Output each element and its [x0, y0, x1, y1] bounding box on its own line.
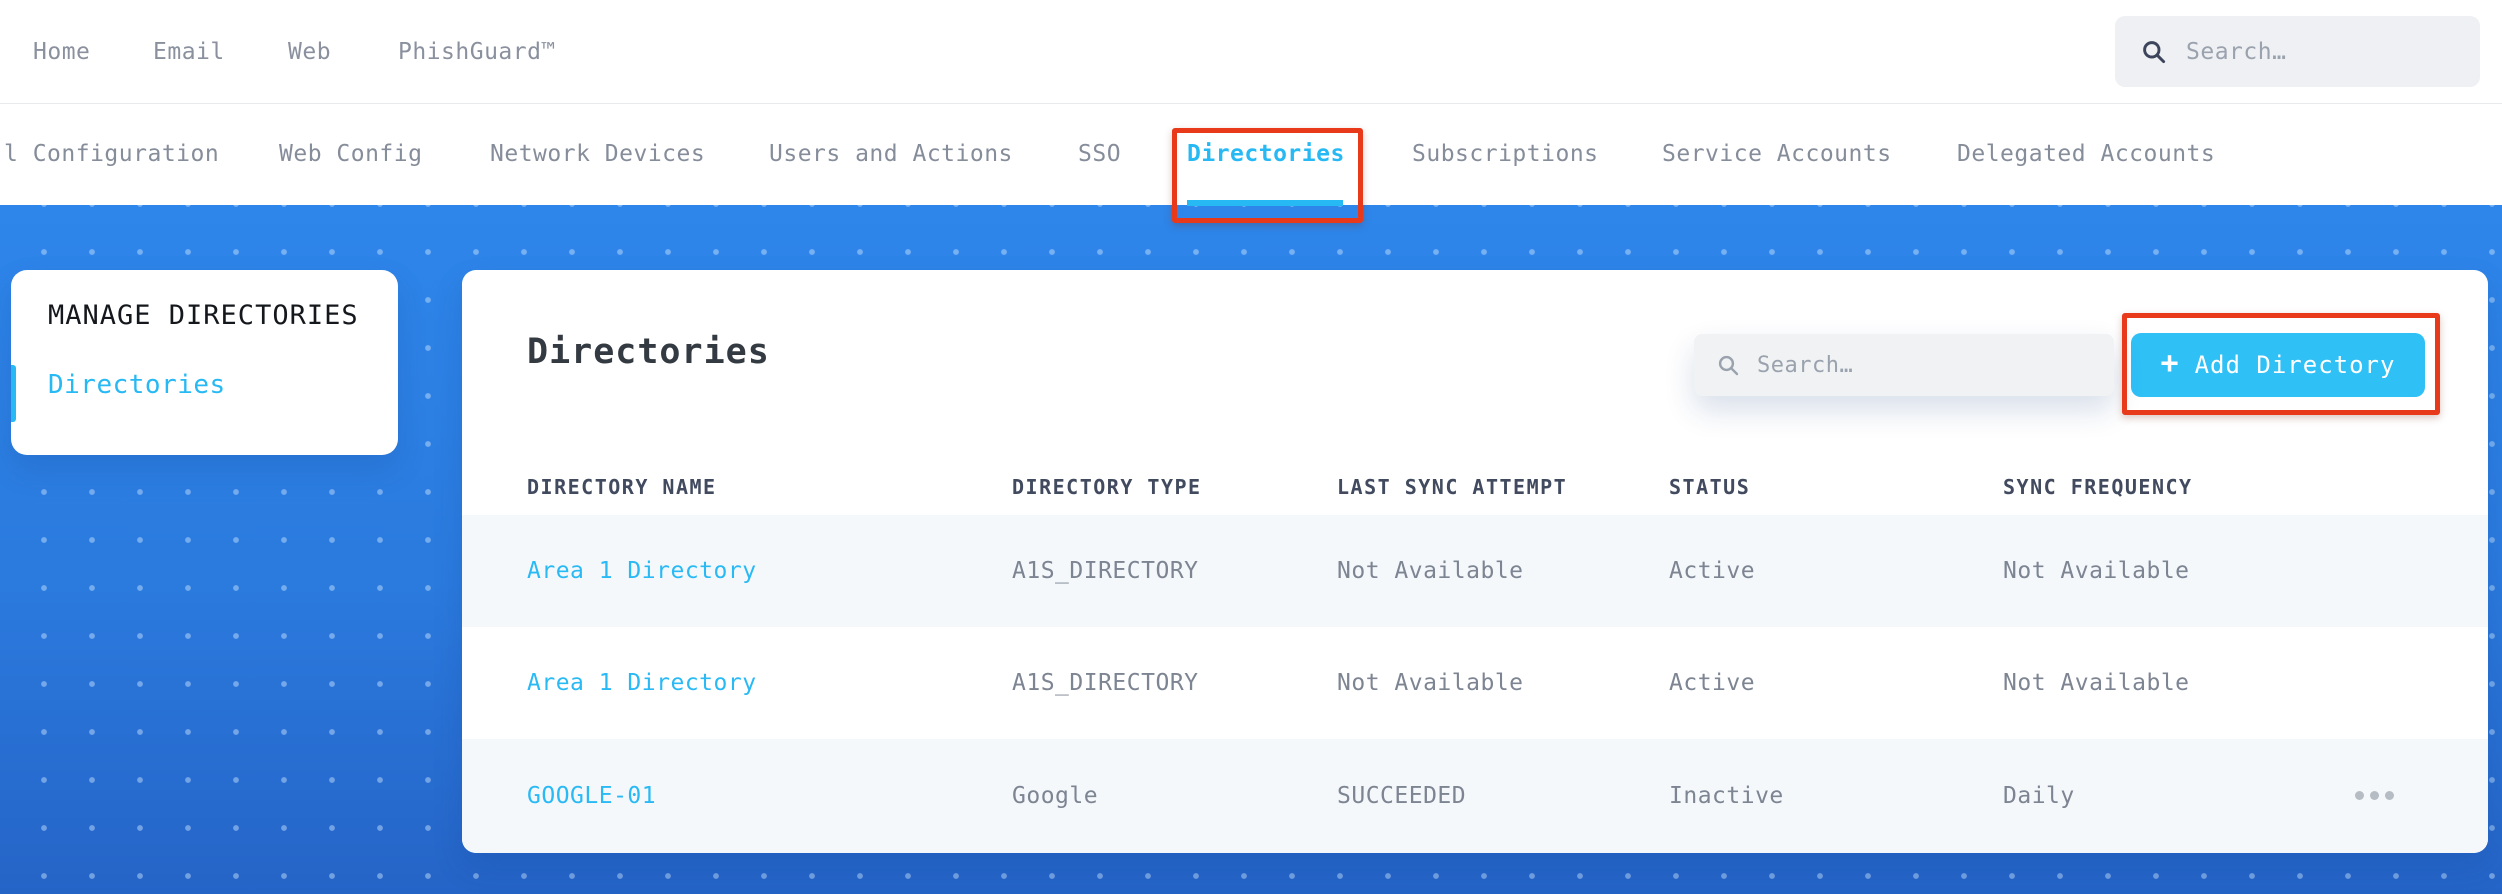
directory-name-link[interactable]: Area 1 Directory: [527, 627, 757, 739]
status-cell: Active: [1669, 670, 1756, 696]
search-icon: [1718, 355, 1739, 376]
top-nav-item-phishguard[interactable]: PhishGuard™: [398, 0, 556, 104]
column-header-directory-name: DIRECTORY NAME: [527, 475, 717, 499]
column-header-last-sync: LAST SYNC ATTEMPT: [1337, 475, 1568, 499]
add-directory-button[interactable]: + Add Directory: [2131, 333, 2425, 397]
sidebar-active-indicator: [11, 365, 16, 422]
active-tab-underline: [1187, 200, 1343, 206]
directory-type-cell: A1S_DIRECTORY: [1012, 670, 1199, 696]
directory-type-cell: Google: [1012, 783, 1099, 809]
status-cell: Inactive: [1669, 783, 1784, 809]
sidebar-item-directories[interactable]: Directories: [48, 370, 226, 400]
table-row: Area 1 Directory A1S_DIRECTORY Not Avail…: [462, 515, 2488, 627]
directory-name-link[interactable]: GOOGLE-01: [527, 739, 656, 853]
top-nav-item-web[interactable]: Web: [288, 0, 331, 104]
sidebar-card: MANAGE DIRECTORIES Directories: [11, 270, 398, 455]
tab-network-devices[interactable]: Network Devices: [490, 104, 705, 205]
directories-search-input[interactable]: [1740, 352, 2114, 378]
table-row: GOOGLE-01 Google SUCCEEDED Inactive Dail…: [462, 739, 2488, 853]
tab-service-accounts[interactable]: Service Accounts: [1662, 104, 1892, 205]
tab-subscriptions[interactable]: Subscriptions: [1412, 104, 1599, 205]
tab-sso[interactable]: SSO: [1078, 104, 1121, 205]
directory-name-link[interactable]: Area 1 Directory: [527, 515, 757, 627]
last-sync-cell: Not Available: [1337, 670, 1524, 696]
top-nav-item-home[interactable]: Home: [33, 0, 90, 104]
top-nav-item-email[interactable]: Email: [153, 0, 225, 104]
table-row: Area 1 Directory A1S_DIRECTORY Not Avail…: [462, 627, 2488, 739]
global-search-input[interactable]: [2167, 38, 2480, 65]
tab-web-config[interactable]: Web Config: [279, 104, 422, 205]
sidebar-title: MANAGE DIRECTORIES: [48, 300, 359, 331]
last-sync-cell: SUCCEEDED: [1337, 783, 1467, 809]
tab-configuration[interactable]: l Configuration: [4, 104, 219, 205]
tab-delegated-accounts[interactable]: Delegated Accounts: [1957, 104, 2215, 205]
directories-panel: Directories + Add Directory DIRECTORY NA…: [462, 270, 2488, 853]
page-canvas: Home Email Web PhishGuard™ l Configurati…: [0, 0, 2502, 894]
top-nav: Home Email Web PhishGuard™: [0, 0, 2502, 104]
directories-search[interactable]: [1694, 334, 2114, 396]
tab-users-and-actions[interactable]: Users and Actions: [769, 104, 1013, 205]
sync-frequency-cell: Daily: [2003, 783, 2075, 809]
sub-nav: l Configuration Web Config Network Devic…: [0, 104, 2502, 205]
add-directory-label: Add Directory: [2194, 351, 2396, 379]
global-search[interactable]: [2115, 16, 2480, 87]
sync-frequency-cell: Not Available: [2003, 558, 2190, 584]
directory-type-cell: A1S_DIRECTORY: [1012, 558, 1199, 584]
page-title: Directories: [527, 332, 770, 372]
sync-frequency-cell: Not Available: [2003, 670, 2190, 696]
status-cell: Active: [1669, 558, 1756, 584]
column-header-sync-frequency: SYNC FREQUENCY: [2003, 475, 2193, 499]
last-sync-cell: Not Available: [1337, 558, 1524, 584]
row-actions-ellipsis-icon[interactable]: [2355, 791, 2394, 800]
plus-icon: +: [2160, 346, 2180, 381]
tab-directories[interactable]: Directories: [1187, 104, 1345, 205]
search-icon: [2143, 41, 2166, 64]
column-header-directory-type: DIRECTORY TYPE: [1012, 475, 1202, 499]
table-header: DIRECTORY NAME DIRECTORY TYPE LAST SYNC …: [462, 460, 2488, 515]
column-header-status: STATUS: [1669, 475, 1751, 499]
